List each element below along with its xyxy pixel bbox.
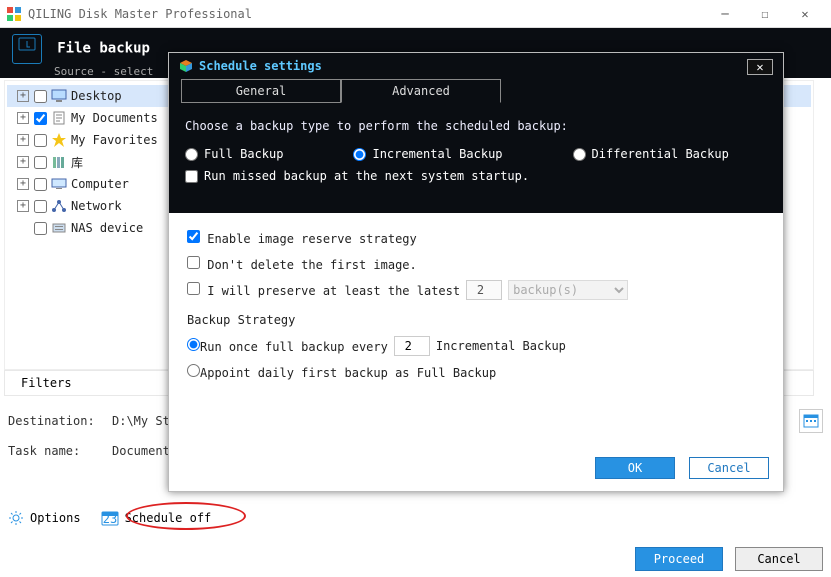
file-backup-icon bbox=[12, 34, 42, 64]
footer-buttons: Proceed Cancel bbox=[635, 547, 823, 571]
backup-type-hint: Choose a backup type to perform the sche… bbox=[169, 103, 783, 143]
radio-differential-backup[interactable]: Differential Backup bbox=[573, 147, 729, 161]
preserve-unit-select[interactable]: backup(s) bbox=[508, 280, 628, 300]
star-icon bbox=[51, 132, 67, 148]
tree-checkbox[interactable] bbox=[34, 90, 47, 103]
close-button[interactable]: ✕ bbox=[785, 2, 825, 26]
backup-strategy-heading: Backup Strategy bbox=[187, 313, 765, 327]
calendar-button[interactable] bbox=[799, 409, 823, 433]
tab-advanced[interactable]: Advanced bbox=[341, 79, 501, 103]
maximize-button[interactable]: ☐ bbox=[745, 2, 785, 26]
backup-type-radios: Full Backup Incremental Backup Different… bbox=[169, 143, 783, 167]
dialog-ok-button[interactable]: OK bbox=[595, 457, 675, 479]
header-subtitle: Source - select bbox=[54, 65, 153, 78]
expander-icon[interactable]: + bbox=[17, 200, 29, 212]
task-name-label: Task name: bbox=[8, 444, 104, 458]
destination-label: Destination: bbox=[8, 414, 104, 428]
radio-incremental-backup[interactable]: Incremental Backup bbox=[353, 147, 502, 161]
expander-icon[interactable]: + bbox=[17, 112, 29, 124]
tree-checkbox[interactable] bbox=[34, 134, 47, 147]
expander-icon[interactable]: + bbox=[17, 156, 29, 168]
tree-label: Desktop bbox=[71, 89, 122, 103]
checkbox-enable-reserve[interactable]: Enable image reserve strategy bbox=[187, 230, 417, 246]
tree-label: NAS device bbox=[71, 221, 143, 235]
checkbox-run-missed[interactable]: Run missed backup at the next system sta… bbox=[185, 169, 767, 183]
schedule-icon: 23 bbox=[101, 509, 119, 527]
schedule-button[interactable]: 23 Schedule off bbox=[101, 509, 212, 527]
expander-icon[interactable]: + bbox=[17, 178, 29, 190]
filters-label: Filters bbox=[21, 376, 72, 390]
network-icon bbox=[51, 198, 67, 214]
cancel-button[interactable]: Cancel bbox=[735, 547, 823, 571]
svg-text:23: 23 bbox=[102, 512, 116, 526]
dialog-cancel-button[interactable]: Cancel bbox=[689, 457, 769, 479]
dialog-title: Schedule settings bbox=[169, 53, 783, 79]
radio-full-backup[interactable]: Full Backup bbox=[185, 147, 283, 161]
tree-label: My Favorites bbox=[71, 133, 158, 147]
app-title: QILING Disk Master Professional bbox=[28, 7, 705, 21]
gear-icon bbox=[8, 510, 24, 526]
checkbox-preserve-latest[interactable]: I will preserve at least the latest bbox=[187, 282, 460, 298]
documents-icon bbox=[51, 110, 67, 126]
tab-general[interactable]: General bbox=[181, 79, 341, 103]
cube-icon bbox=[179, 59, 193, 73]
tree-checkbox[interactable] bbox=[34, 156, 47, 169]
expander-icon[interactable]: + bbox=[17, 90, 29, 102]
computer-icon bbox=[51, 176, 67, 192]
tree-checkbox[interactable] bbox=[34, 222, 47, 235]
desktop-icon bbox=[51, 88, 67, 104]
schedule-settings-dialog: Schedule settings ✕ General Advanced Cho… bbox=[168, 52, 784, 492]
library-icon bbox=[51, 154, 67, 170]
minimize-button[interactable]: ─ bbox=[705, 2, 745, 26]
tree-checkbox[interactable] bbox=[34, 112, 47, 125]
options-button[interactable]: Options bbox=[8, 510, 81, 526]
strategy-count-input[interactable] bbox=[394, 336, 430, 356]
strategy-post-label: Incremental Backup bbox=[436, 339, 566, 353]
preserve-count-input[interactable] bbox=[466, 280, 502, 300]
checkbox-dont-delete-first[interactable]: Don't delete the first image. bbox=[187, 256, 417, 272]
tree-label: 库 bbox=[71, 154, 83, 171]
dialog-tabs: General Advanced bbox=[169, 79, 783, 103]
tree-label: My Documents bbox=[71, 111, 158, 125]
radio-run-once-every[interactable]: Run once full backup every bbox=[187, 338, 388, 354]
expander-icon[interactable]: + bbox=[17, 134, 29, 146]
tree-label: Computer bbox=[71, 177, 129, 191]
tree-checkbox[interactable] bbox=[34, 200, 47, 213]
header-title: File backup bbox=[57, 41, 150, 57]
calendar-icon bbox=[803, 413, 819, 429]
nas-icon bbox=[51, 220, 67, 236]
app-logo-icon bbox=[6, 6, 22, 22]
titlebar: QILING Disk Master Professional ─ ☐ ✕ bbox=[0, 0, 831, 28]
tree-label: Network bbox=[71, 199, 122, 213]
tree-checkbox[interactable] bbox=[34, 178, 47, 191]
destination-value: D:\My St bbox=[112, 414, 170, 428]
dialog-close-button[interactable]: ✕ bbox=[747, 59, 773, 75]
radio-appoint-daily[interactable]: Appoint daily first backup as Full Backu… bbox=[187, 364, 496, 380]
proceed-button[interactable]: Proceed bbox=[635, 547, 723, 571]
bottom-toolbar: Options 23 Schedule off bbox=[8, 500, 823, 536]
